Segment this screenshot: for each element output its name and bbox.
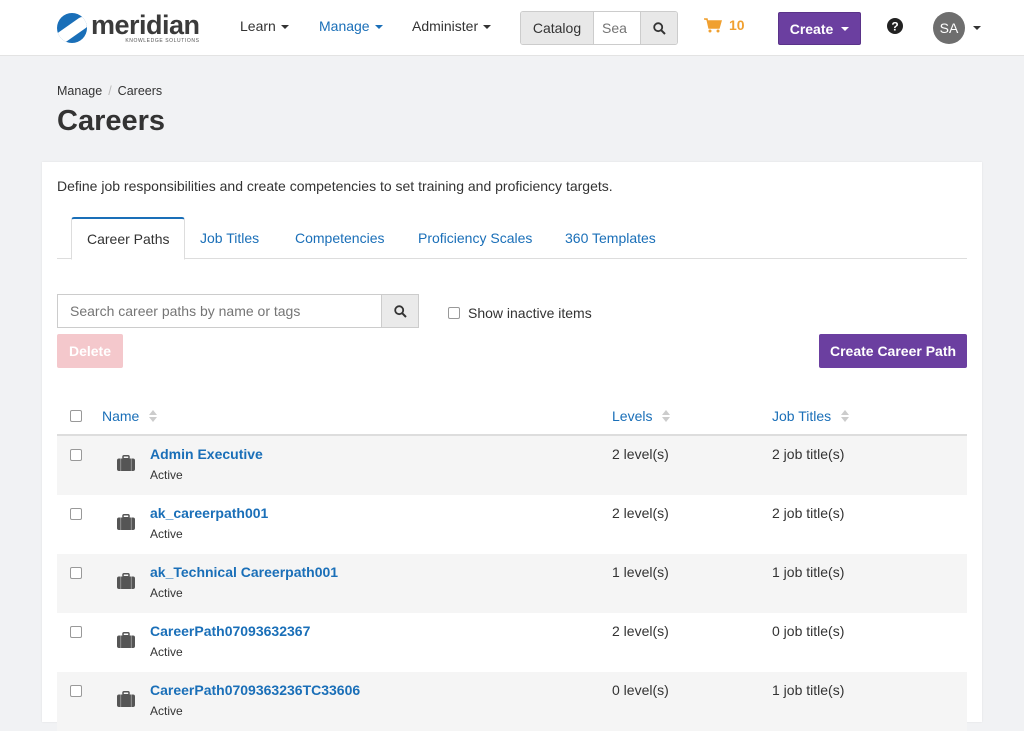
career-search-button[interactable] [381,294,419,328]
table-row: CareerPath07093632367 Active 2 level(s) … [57,613,967,672]
briefcase-icon [117,632,135,648]
column-job-titles[interactable]: Job Titles [772,408,850,424]
caret-down-icon [841,26,850,31]
logo-mark-icon [57,13,87,43]
cart-icon [704,17,722,32]
tab-career-paths[interactable]: Career Paths [71,217,186,260]
cart-button[interactable]: 10 [704,17,745,33]
search-icon [393,304,407,318]
row-checkbox[interactable] [70,626,82,638]
career-search-input[interactable] [57,294,381,328]
career-path-levels: 0 level(s) [612,682,669,698]
catalog-button[interactable]: Catalog [521,12,594,44]
caret-down-icon [374,25,383,30]
career-path-name[interactable]: ak_Technical Careerpath001 [150,564,338,580]
briefcase-icon [117,573,135,589]
column-name[interactable]: Name [102,408,158,424]
catalog-search-button[interactable] [640,12,677,44]
page-title: Careers [57,105,166,137]
column-levels[interactable]: Levels [612,408,671,424]
search-icon [652,21,666,35]
briefcase-icon [117,514,135,530]
careers-card: Define job responsibilities and create c… [42,162,982,731]
sort-icon [662,410,671,422]
career-path-status: Active [150,527,183,541]
career-path-status: Active [150,704,183,718]
create-career-path-button[interactable]: Create Career Path [819,334,967,368]
logo-tagline: KNOWLEDGE SOLUTIONS [125,37,200,44]
row-checkbox[interactable] [70,449,82,461]
logo-wordmark: meridian [91,9,200,40]
career-path-status: Active [150,586,183,600]
show-inactive-checkbox[interactable] [448,307,460,319]
breadcrumb-careers: Careers [117,84,163,98]
sort-icon [841,410,850,422]
table-row: ak_careerpath001 Active 2 level(s) 2 job… [57,495,967,554]
nav-manage[interactable]: Manage [319,18,383,34]
caret-down-icon [483,25,492,30]
show-inactive-toggle[interactable]: Show inactive items [448,305,592,321]
career-path-job-titles: 2 job title(s) [772,446,845,462]
career-path-levels: 2 level(s) [612,623,669,639]
career-path-levels: 1 level(s) [612,564,669,580]
career-path-levels: 2 level(s) [612,446,669,462]
career-paths-table: Name Levels Job Titles Admin Executive A… [57,396,967,731]
cart-count: 10 [729,17,745,33]
svg-text:?: ? [891,19,898,33]
page-description: Define job responsibilities and create c… [57,178,613,194]
row-checkbox[interactable] [70,508,82,520]
briefcase-icon [117,455,135,471]
breadcrumb-manage[interactable]: Manage [57,84,102,98]
tab-job-titles[interactable]: Job Titles [185,217,274,259]
career-path-job-titles: 1 job title(s) [772,682,845,698]
career-path-name[interactable]: Admin Executive [150,446,263,462]
career-path-job-titles: 1 job title(s) [772,564,845,580]
caret-down-icon [280,25,289,30]
catalog-search-group: Catalog [520,11,678,45]
meridian-logo[interactable]: meridian KNOWLEDGE SOLUTIONS [57,10,200,46]
nav-learn[interactable]: Learn [240,18,289,34]
caret-down-icon[interactable] [973,26,981,30]
tab-proficiency-scales[interactable]: Proficiency Scales [403,217,547,259]
tab-360-templates[interactable]: 360 Templates [550,217,671,259]
career-path-name[interactable]: CareerPath07093632367 [150,623,310,639]
user-avatar[interactable]: SA [933,12,965,44]
career-path-status: Active [150,468,183,482]
catalog-search-input[interactable] [594,12,640,44]
career-tabs: Career Paths Job Titles Competencies Pro… [57,217,967,260]
delete-button[interactable]: Delete [57,334,123,368]
row-checkbox[interactable] [70,567,82,579]
career-path-name[interactable]: CareerPath0709363236TC33606 [150,682,360,698]
career-path-name[interactable]: ak_careerpath001 [150,505,268,521]
career-path-job-titles: 0 job title(s) [772,623,845,639]
briefcase-icon [117,691,135,707]
sort-icon [149,410,158,422]
table-row: Admin Executive Active 2 level(s) 2 job … [57,436,967,495]
career-path-levels: 2 level(s) [612,505,669,521]
top-navbar: meridian KNOWLEDGE SOLUTIONS Learn Manag… [0,0,1024,56]
career-path-status: Active [150,645,183,659]
nav-administer[interactable]: Administer [412,18,492,34]
table-row: CareerPath0709363236TC33606 Active 0 lev… [57,672,967,731]
career-search-group [57,294,419,328]
table-row: ak_Technical Careerpath001 Active 1 leve… [57,554,967,613]
tab-competencies[interactable]: Competencies [280,217,400,259]
table-header: Name Levels Job Titles [57,396,967,436]
create-menu-button[interactable]: Create [778,12,861,45]
select-all-checkbox[interactable] [70,410,82,422]
breadcrumb: Manage / Careers [57,84,163,98]
career-path-job-titles: 2 job title(s) [772,505,845,521]
row-checkbox[interactable] [70,685,82,697]
help-icon[interactable]: ? [887,18,903,34]
